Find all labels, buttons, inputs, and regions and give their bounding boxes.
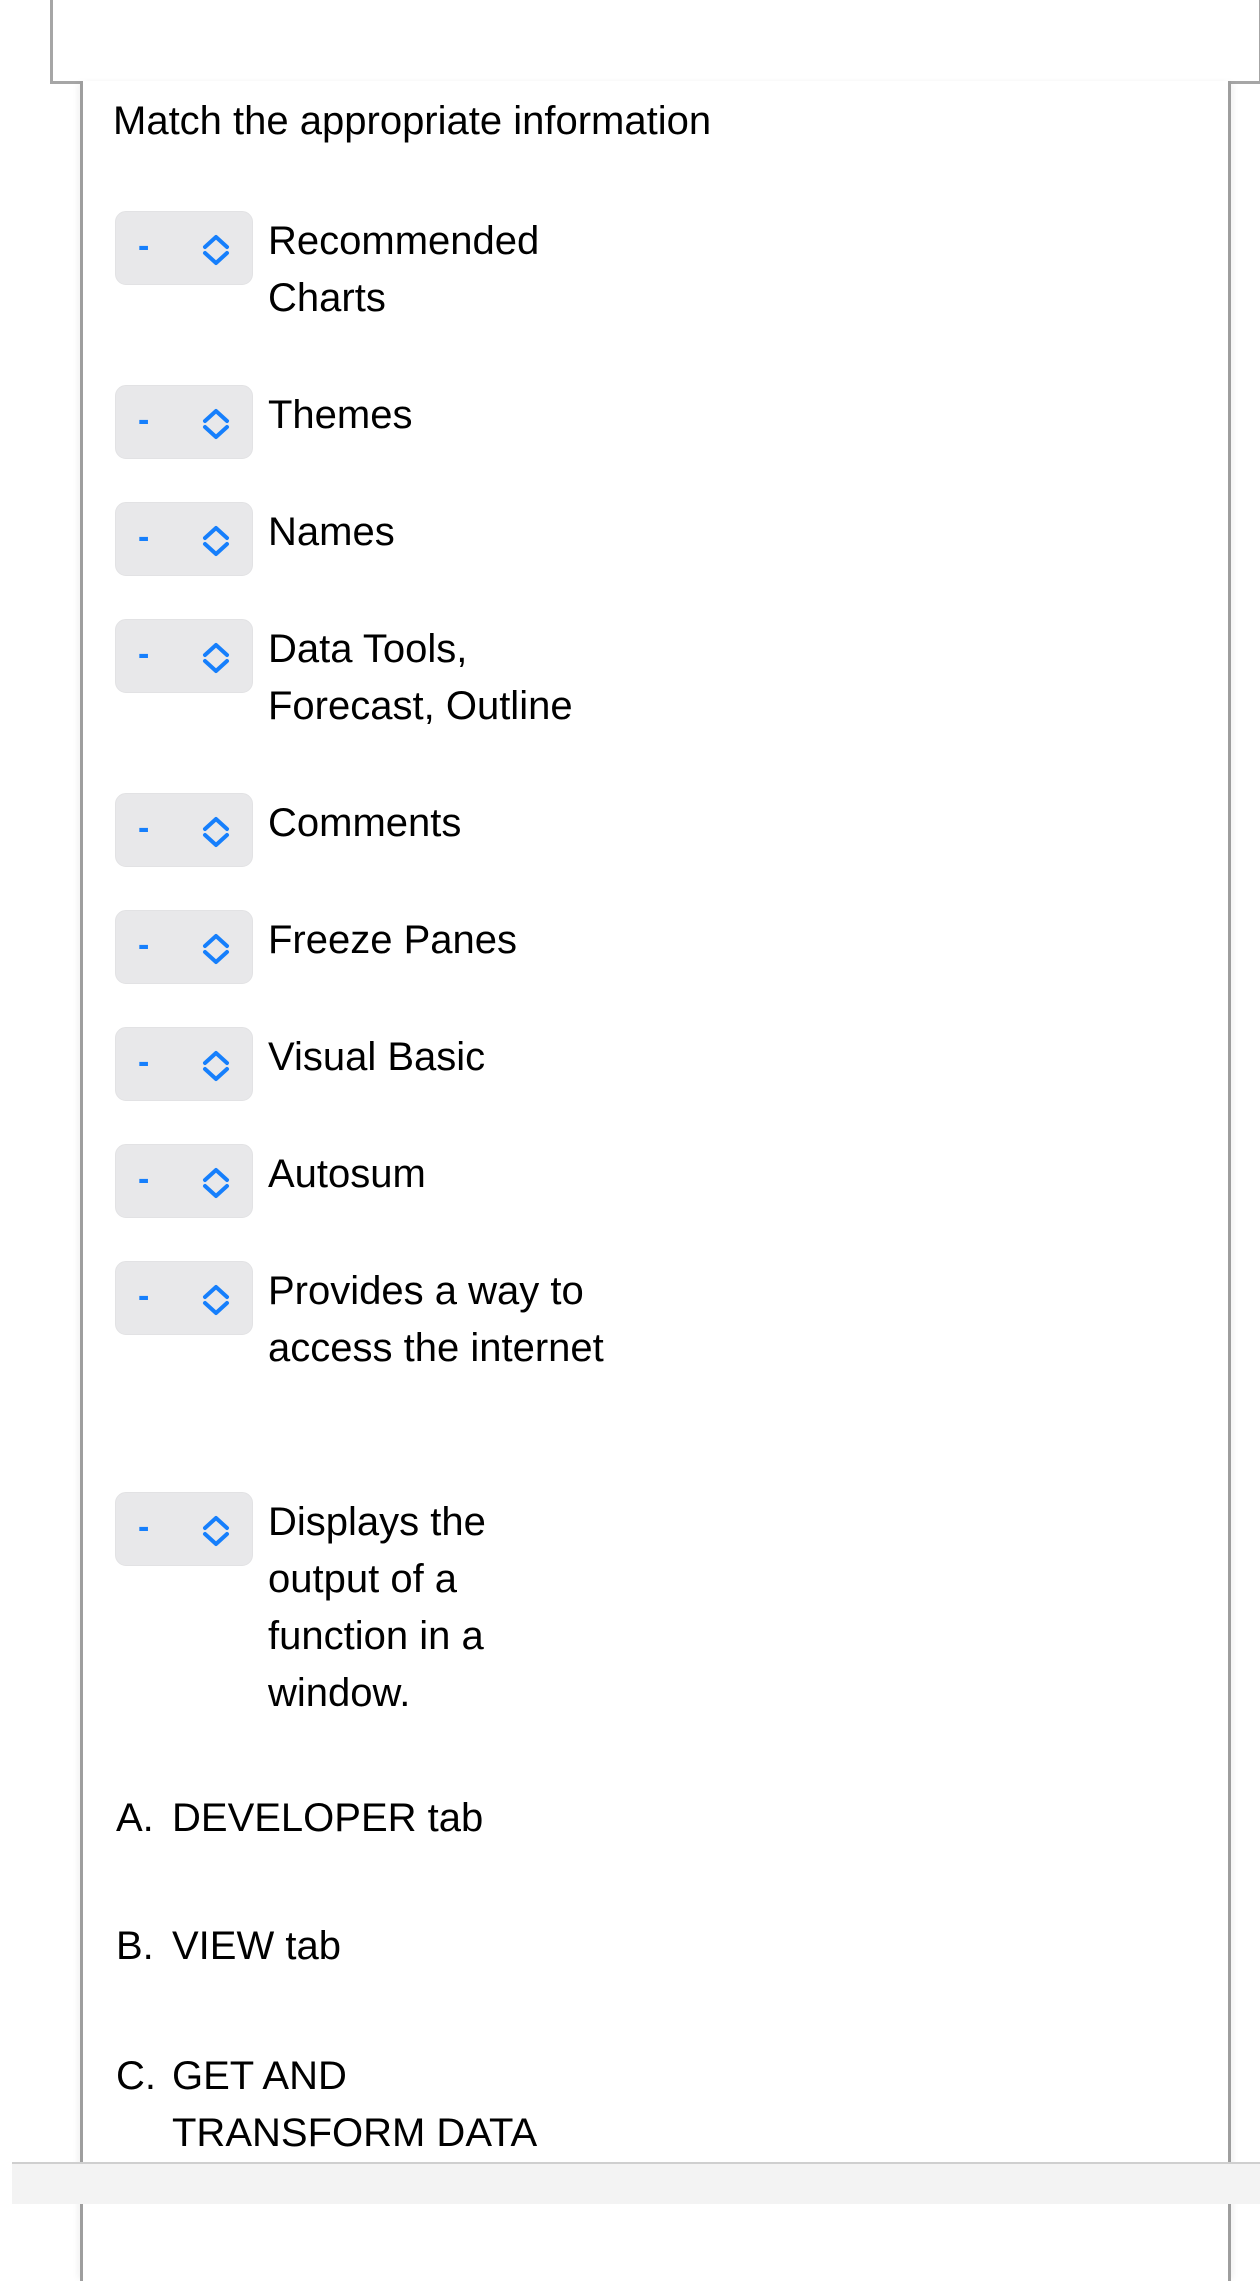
previous-question-box bbox=[50, 0, 1260, 84]
select-value: - bbox=[138, 1508, 150, 1546]
chevron-up-down-icon bbox=[203, 643, 229, 673]
match-select[interactable]: - bbox=[115, 910, 253, 984]
bottom-toolbar bbox=[12, 2162, 1260, 2204]
match-item-label: Recommended Charts bbox=[268, 219, 540, 320]
option-letter: B. bbox=[116, 1924, 154, 1968]
match-select[interactable]: - bbox=[115, 1261, 253, 1335]
chevron-up-down-icon bbox=[203, 526, 229, 556]
select-value: - bbox=[138, 926, 150, 964]
chevron-up-down-icon bbox=[203, 1051, 229, 1081]
chevron-up-down-icon bbox=[203, 409, 229, 439]
match-select[interactable]: - bbox=[115, 1492, 253, 1566]
match-item-label: Freeze Panes bbox=[268, 918, 518, 962]
option-letter: A. bbox=[116, 1796, 154, 1840]
match-item-label: Visual Basic bbox=[268, 1035, 486, 1079]
match-item-label: Comments bbox=[268, 801, 462, 845]
chevron-up-down-icon bbox=[203, 1285, 229, 1315]
chevron-up-down-icon bbox=[203, 934, 229, 964]
match-select[interactable]: - bbox=[115, 385, 253, 459]
match-item-label: Provides a way to access the internet bbox=[268, 1269, 604, 1370]
select-value: - bbox=[138, 635, 150, 673]
chevron-up-down-icon bbox=[203, 235, 229, 265]
match-select[interactable]: - bbox=[115, 1027, 253, 1101]
option-letter: C. bbox=[116, 2054, 156, 2098]
match-select[interactable]: - bbox=[115, 793, 253, 867]
option-text: DEVELOPER tab bbox=[172, 1796, 484, 1840]
select-value: - bbox=[138, 518, 150, 556]
chevron-up-down-icon bbox=[203, 817, 229, 847]
match-select[interactable]: - bbox=[115, 1144, 253, 1218]
match-item-label: Data Tools, Forecast, Outline bbox=[268, 627, 573, 728]
match-item-label: Names bbox=[268, 510, 395, 554]
match-item-label: Displays the output of a function in a w… bbox=[268, 1500, 486, 1715]
match-select[interactable]: - bbox=[115, 502, 253, 576]
option-text: GET AND TRANSFORM DATA bbox=[172, 2054, 538, 2155]
match-select[interactable]: - bbox=[115, 619, 253, 693]
select-value: - bbox=[138, 1160, 150, 1198]
select-value: - bbox=[138, 227, 150, 265]
option-text: VIEW tab bbox=[172, 1924, 341, 1968]
match-item-label: Themes bbox=[268, 393, 413, 437]
match-item-label: Autosum bbox=[268, 1152, 426, 1196]
chevron-up-down-icon bbox=[203, 1516, 229, 1546]
chevron-up-down-icon bbox=[203, 1168, 229, 1198]
select-value: - bbox=[138, 809, 150, 847]
match-select[interactable]: - bbox=[115, 211, 253, 285]
question-prompt: Match the appropriate information bbox=[113, 99, 712, 143]
select-value: - bbox=[138, 401, 150, 439]
select-value: - bbox=[138, 1043, 150, 1081]
select-value: - bbox=[138, 1277, 150, 1315]
